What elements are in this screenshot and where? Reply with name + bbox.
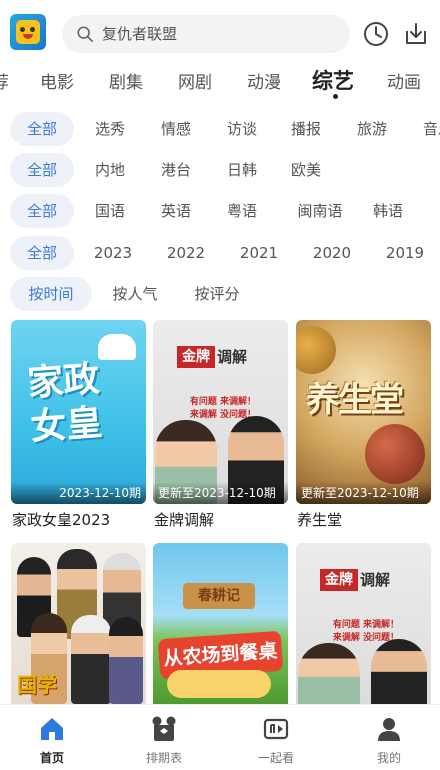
poster-art-title: 养生堂 [306, 380, 404, 420]
poster-art-title: 家政 女皇 [26, 358, 104, 449]
poster[interactable]: 国学 [11, 543, 146, 704]
history-icon[interactable] [362, 20, 390, 48]
show-card[interactable]: 养生堂 更新至2023-12-10期 养生堂 [296, 320, 431, 532]
nav-label: 首页 [39, 751, 64, 765]
filter-chip[interactable]: 日韩 [212, 153, 272, 187]
episode-caption: 更新至2023-12-10期 [296, 482, 431, 504]
filter-chip[interactable]: 旅游 [342, 112, 402, 146]
profile-icon [378, 718, 400, 741]
nav-label: 我的 [376, 751, 401, 765]
poster[interactable]: 春耕记 从农场到餐桌 [153, 543, 288, 704]
show-card[interactable]: 金牌 调解 有问题 来调解！ 来调解 没问题！ [296, 543, 431, 704]
search-box[interactable] [62, 15, 350, 53]
watch-together-icon [263, 718, 289, 740]
bottom-nav: 首页 排期表 一起看 我的 [0, 704, 440, 770]
filter-chip[interactable]: 闽南语 [282, 194, 358, 228]
search-icon [77, 26, 94, 43]
poster-sign: 春耕记 [183, 583, 255, 609]
poster[interactable]: 家政 女皇 2023-12-10期 [11, 320, 146, 504]
filter-row-region: 全部 内地 港台 日韩 欧美 [0, 153, 440, 187]
download-icon[interactable] [402, 20, 430, 48]
filter-chip[interactable]: 日语 [430, 194, 440, 228]
poster-logo: 金牌 调解 [177, 346, 265, 368]
show-card[interactable]: 国学 [11, 543, 146, 704]
sort-chip[interactable]: 按时间 [10, 277, 92, 311]
poster[interactable]: 金牌 调解 有问题 来调解！ 来调解 没问题！ [296, 543, 431, 704]
filter-chip[interactable]: 2022 [153, 236, 219, 270]
schedule-icon [152, 716, 176, 741]
category-tab[interactable]: 电影 [40, 68, 74, 93]
poster[interactable]: 金牌 调解 有问题 来调解！ 来调解 没问题！ 更新至2023-12-10期 [153, 320, 288, 504]
sort-row: 按时间 按人气 按评分 [0, 277, 440, 311]
card-title[interactable]: 养生堂 [297, 509, 342, 530]
episode-caption: 2023-12-10期 [11, 482, 146, 504]
filter-chip[interactable]: 英语 [146, 194, 206, 228]
search-input[interactable] [102, 15, 342, 53]
filter-chip[interactable]: 访谈 [212, 112, 272, 146]
category-tab[interactable]: 剧集 [109, 68, 143, 93]
filter-chip[interactable]: 全部 [10, 153, 74, 187]
filter-row-year: 全部 2023 2022 2021 2020 2019 [0, 236, 440, 270]
category-tab[interactable]: 动画 [387, 68, 421, 93]
category-tab-active[interactable]: 综艺 [312, 65, 354, 95]
top-bar [0, 0, 440, 64]
episode-caption: 更新至2023-12-10期 [153, 482, 288, 504]
filter-chip[interactable]: 2021 [226, 236, 292, 270]
active-tab-indicator [333, 94, 338, 99]
filter-chip[interactable]: 港台 [146, 153, 206, 187]
card-title[interactable]: 金牌调解 [154, 509, 214, 530]
nav-watch-together[interactable]: 一起看 [232, 705, 320, 770]
nav-home[interactable]: 首页 [8, 705, 96, 770]
show-card[interactable]: 家政 女皇 2023-12-10期 家政女皇2023 [11, 320, 146, 532]
sort-chip[interactable]: 按评分 [180, 277, 254, 311]
filter-row-language: 全部 国语 英语 粤语 闽南语 韩语 日语 [0, 194, 440, 228]
show-card[interactable]: 金牌 调解 有问题 来调解！ 来调解 没问题！ 更新至2023-12-10期 金… [153, 320, 288, 532]
card-title[interactable]: 家政女皇2023 [12, 509, 110, 530]
category-tab[interactable]: 动漫 [247, 68, 281, 93]
nav-label: 一起看 [257, 751, 294, 765]
filter-chip[interactable]: 粤语 [212, 194, 272, 228]
filter-chip[interactable]: 欧美 [276, 153, 336, 187]
nav-schedule[interactable]: 排期表 [120, 705, 208, 770]
filter-chip[interactable]: 选秀 [80, 112, 140, 146]
nav-label: 排期表 [145, 751, 182, 765]
category-tabs: 荐 电影 剧集 网剧 动漫 综艺 动画 [0, 64, 440, 100]
category-tab[interactable]: 网剧 [178, 68, 212, 93]
filter-chip[interactable]: 2020 [299, 236, 365, 270]
filter-chip[interactable]: 国语 [80, 194, 140, 228]
sort-chip[interactable]: 按人气 [98, 277, 172, 311]
filter-chip[interactable]: 全部 [10, 236, 74, 270]
poster-art-title: 国学 [17, 673, 57, 697]
category-tab[interactable]: 荐 [0, 68, 9, 93]
filter-chip[interactable]: 全部 [10, 112, 74, 146]
filter-chip[interactable]: 音乐 [408, 112, 440, 146]
filter-row-genre: 全部 选秀 情感 访谈 播报 旅游 音乐 [0, 112, 440, 146]
filter-chip[interactable]: 全部 [10, 194, 74, 228]
filter-chip[interactable]: 2019 [372, 236, 438, 270]
filter-chip[interactable]: 2023 [80, 236, 146, 270]
filter-chip[interactable]: 播报 [276, 112, 336, 146]
home-icon [41, 718, 63, 740]
filter-chip[interactable]: 韩语 [358, 194, 418, 228]
show-card[interactable]: 春耕记 从农场到餐桌 [153, 543, 288, 704]
poster-logo: 金牌 调解 [320, 569, 408, 591]
filter-chip[interactable]: 内地 [80, 153, 140, 187]
nav-profile[interactable]: 我的 [345, 705, 433, 770]
filter-chip[interactable]: 情感 [146, 112, 206, 146]
poster[interactable]: 养生堂 更新至2023-12-10期 [296, 320, 431, 504]
app-logo[interactable] [10, 14, 46, 50]
